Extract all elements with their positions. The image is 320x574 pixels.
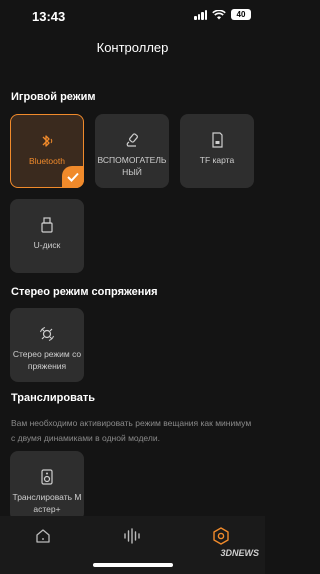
status-time: 13:43: [32, 9, 66, 24]
aux-cable-icon: [124, 132, 140, 148]
tile-bluetooth[interactable]: Bluetooth: [10, 114, 84, 188]
battery-icon: 40: [231, 9, 251, 20]
tile-auxiliary[interactable]: ВСПОМОГАТЕЛЬНЫЙ: [95, 114, 169, 188]
tile-broadcast-master[interactable]: Транслировать Мастер+: [10, 451, 84, 521]
tile-label: Транслировать Мастер+: [12, 492, 82, 514]
speaker-icon: [40, 469, 54, 485]
hexagon-settings-icon: [213, 527, 229, 545]
section-stereo: Стерео режим сопряжения: [11, 286, 158, 298]
tile-stereo-pair[interactable]: Стерео режим сопряжения: [10, 308, 84, 382]
tile-label: Стерео режим сопряжения: [12, 349, 82, 371]
home-indicator: [93, 563, 173, 567]
home-icon: [36, 529, 50, 543]
broadcast-description: Вам необходимо активировать режим вещани…: [11, 418, 252, 443]
tab-settings[interactable]: [211, 526, 231, 546]
tab-bar: [0, 516, 265, 574]
signal-icon: [194, 9, 207, 20]
usb-drive-icon: [40, 217, 54, 233]
tile-usb[interactable]: U-диск: [10, 199, 84, 273]
wifi-icon: [212, 9, 226, 20]
page-title: Контроллер: [96, 40, 169, 55]
section-game-mode: Игровой режим: [11, 91, 96, 103]
tile-label: ВСПОМОГАТЕЛЬНЫЙ: [97, 155, 167, 177]
tab-home[interactable]: [33, 526, 53, 546]
status-icons: 40: [194, 9, 251, 20]
check-icon: [62, 166, 84, 188]
sd-card-icon: [210, 132, 224, 148]
tile-tf-card[interactable]: TF карта: [180, 114, 254, 188]
section-broadcast: Транслировать: [11, 392, 95, 404]
status-bar: 13:43 40: [0, 0, 265, 32]
stereo-pair-icon: [39, 326, 55, 342]
tile-label: TF карта: [199, 155, 235, 165]
tab-equalizer[interactable]: [122, 526, 142, 546]
watermark: 3DNEWS: [220, 548, 259, 558]
sound-wave-icon: [124, 528, 140, 544]
tile-label: U-диск: [33, 240, 61, 250]
bluetooth-icon: [40, 133, 54, 149]
